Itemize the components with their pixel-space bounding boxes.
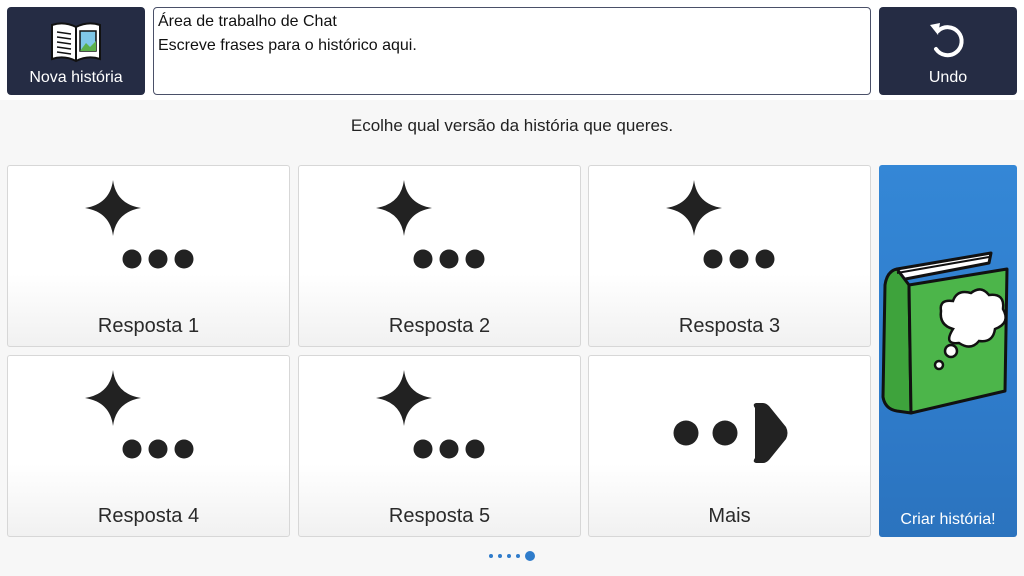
response-2-tile[interactable]: Resposta 2	[298, 165, 581, 347]
tile-label: Resposta 3	[678, 315, 781, 337]
page-dot-active[interactable]	[525, 551, 535, 561]
tile-label: Resposta 2	[388, 315, 491, 337]
response-1-tile[interactable]: Resposta 1	[7, 165, 290, 347]
story-book-icon	[881, 251, 1009, 415]
page-dot[interactable]	[489, 554, 493, 558]
tile-label: Mais	[708, 505, 751, 527]
response-3-tile[interactable]: Resposta 3	[588, 165, 871, 347]
more-tile[interactable]: Mais	[588, 355, 871, 537]
new-story-label: Nova história	[29, 69, 123, 86]
response-4-tile[interactable]: Resposta 4	[7, 355, 290, 537]
undo-label: Undo	[928, 69, 968, 86]
response-5-tile[interactable]: Resposta 5	[298, 355, 581, 537]
undo-arrow-icon	[879, 15, 1017, 67]
page-dot[interactable]	[498, 554, 502, 558]
new-story-button[interactable]: Nova história	[7, 7, 145, 95]
tile-label: Resposta 4	[97, 505, 200, 527]
instruction-text: Ecolhe qual versão da história que quere…	[350, 116, 674, 135]
create-story-label: Criar história!	[900, 511, 996, 528]
tile-label: Resposta 1	[97, 315, 200, 337]
chat-workspace-input[interactable]: Área de trabalho de Chat Escreve frases …	[153, 7, 871, 95]
page-dot[interactable]	[516, 554, 520, 558]
open-book-icon	[7, 15, 145, 67]
create-story-button[interactable]: Criar história!	[879, 165, 1017, 537]
page-indicator	[0, 548, 1024, 564]
workspace-hint: Escreve frases para o histórico aqui.	[158, 37, 417, 54]
tile-label: Resposta 5	[388, 505, 491, 527]
page-dot[interactable]	[507, 554, 511, 558]
undo-button[interactable]: Undo	[879, 7, 1017, 95]
workspace-title: Área de trabalho de Chat	[158, 13, 337, 30]
